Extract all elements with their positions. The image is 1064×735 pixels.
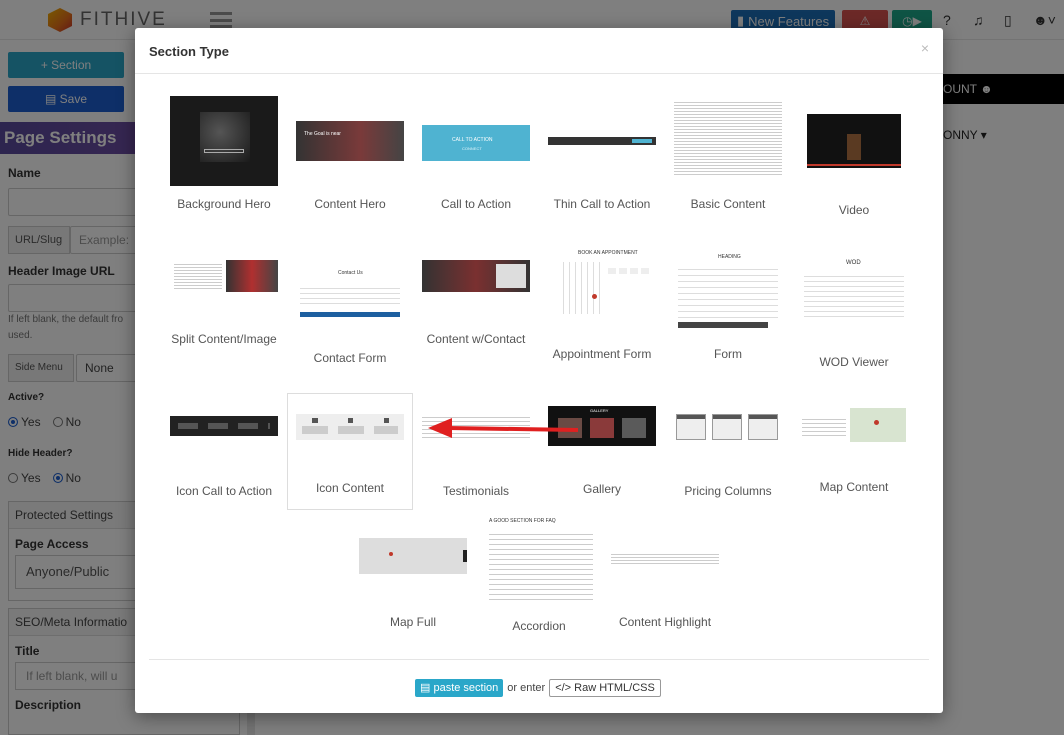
call-to-action-thumbnail: CALL TO ACTION CONNECT	[422, 125, 530, 161]
tile-wod-viewer[interactable]: WOD WOD Viewer	[792, 246, 916, 371]
map-content-thumbnail	[800, 408, 908, 442]
tile-label: Accordion	[512, 619, 566, 633]
tile-label: Content w/Contact	[426, 332, 526, 346]
appointment-form-thumbnail: BOOK AN APPOINTMENT	[548, 250, 656, 320]
paste-label: paste section	[433, 682, 499, 694]
tile-background-hero[interactable]: Background Hero	[162, 96, 286, 213]
modal-footer: ▤ paste section or enter </> Raw HTML/CS…	[415, 679, 661, 697]
tile-gallery[interactable]: GALLERY Gallery	[540, 394, 664, 498]
tile-thin-call-to-action[interactable]: Thin Call to Action	[540, 96, 664, 213]
tile-accordion[interactable]: A GOOD SECTION FOR FAQ Accordion	[477, 518, 601, 635]
tile-video[interactable]: Video	[792, 96, 916, 219]
tile-label: Split Content/Image	[171, 332, 277, 346]
background-hero-thumbnail	[170, 96, 278, 186]
tile-label: Appointment Form	[552, 347, 652, 361]
tile-map-full[interactable]: Map Full	[351, 528, 475, 631]
tile-map-content[interactable]: Map Content	[792, 394, 916, 496]
tile-label: Icon Call to Action	[175, 484, 273, 498]
tile-contact-form[interactable]: Contact Us Contact Form	[288, 246, 412, 367]
tile-basic-content[interactable]: Basic Content	[666, 96, 790, 213]
tile-label: Map Full	[389, 615, 436, 629]
paste-icon: ▤	[420, 682, 434, 694]
tile-testimonials[interactable]: Testimonials	[414, 394, 538, 500]
tile-form[interactable]: HEADING Form	[666, 246, 790, 363]
red-arrow-annotation	[428, 418, 578, 438]
tile-label: Form	[714, 347, 742, 361]
tile-label: Thin Call to Action	[553, 197, 651, 211]
wod-viewer-thumbnail: WOD	[800, 260, 908, 322]
tile-appointment-form[interactable]: BOOK AN APPOINTMENT Appointment Form	[540, 246, 664, 363]
content-contact-thumbnail	[422, 260, 530, 292]
map-full-thumbnail	[359, 538, 467, 574]
tile-label: Call to Action	[440, 197, 512, 211]
split-content-thumbnail	[170, 260, 278, 292]
contact-form-thumbnail: Contact Us	[296, 268, 404, 318]
icon-cta-thumbnail	[170, 416, 278, 436]
raw-label: Raw HTML/CSS	[574, 682, 655, 694]
tile-icon-content[interactable]: Icon Content	[288, 394, 412, 509]
modal-title: Section Type	[149, 44, 229, 59]
section-type-modal: Section Type × Background Hero The Goal …	[135, 28, 943, 713]
tile-call-to-action[interactable]: CALL TO ACTION CONNECT Call to Action	[414, 96, 538, 213]
tile-pricing-columns[interactable]: Pricing Columns	[666, 394, 790, 500]
tile-label: WOD Viewer	[819, 355, 889, 369]
tile-label: Video	[838, 203, 870, 217]
close-icon[interactable]: ×	[921, 40, 929, 56]
tile-label: Pricing Columns	[684, 484, 772, 498]
or-enter-text: or enter	[507, 682, 546, 694]
tile-label: Map Content	[819, 480, 889, 494]
tile-label: Content Hero	[314, 197, 386, 211]
tile-label: Content Highlight	[618, 615, 712, 629]
tile-content-hero[interactable]: The Goal is near Content Hero	[288, 96, 412, 213]
tile-split-content-image[interactable]: Split Content/Image	[162, 246, 286, 348]
tile-label: Icon Content	[315, 481, 385, 495]
content-hero-thumbnail: The Goal is near	[296, 121, 404, 161]
tile-label: Gallery	[582, 482, 621, 496]
tile-label: Testimonials	[442, 484, 510, 498]
modal-divider	[135, 73, 943, 74]
tile-content-w-contact[interactable]: Content w/Contact	[414, 246, 538, 348]
thin-cta-thumbnail	[548, 137, 656, 145]
raw-html-css-button[interactable]: </> Raw HTML/CSS	[549, 679, 661, 697]
tile-label: Contact Form	[313, 351, 387, 365]
basic-content-thumbnail	[674, 100, 782, 176]
video-thumbnail	[807, 114, 901, 168]
form-thumbnail: HEADING	[674, 254, 782, 330]
content-highlight-thumbnail	[611, 552, 719, 564]
accordion-thumbnail: A GOOD SECTION FOR FAQ	[485, 518, 593, 608]
code-icon: </>	[555, 682, 575, 694]
paste-section-button[interactable]: ▤ paste section	[415, 679, 504, 697]
tile-label: Background Hero	[177, 197, 271, 211]
tile-label: Basic Content	[690, 197, 766, 211]
modal-footer-divider	[149, 659, 929, 660]
pricing-columns-thumbnail	[674, 414, 782, 444]
icon-content-thumbnail	[296, 414, 404, 440]
tile-content-highlight[interactable]: Content Highlight	[603, 528, 727, 631]
tile-icon-call-to-action[interactable]: Icon Call to Action	[162, 394, 286, 500]
